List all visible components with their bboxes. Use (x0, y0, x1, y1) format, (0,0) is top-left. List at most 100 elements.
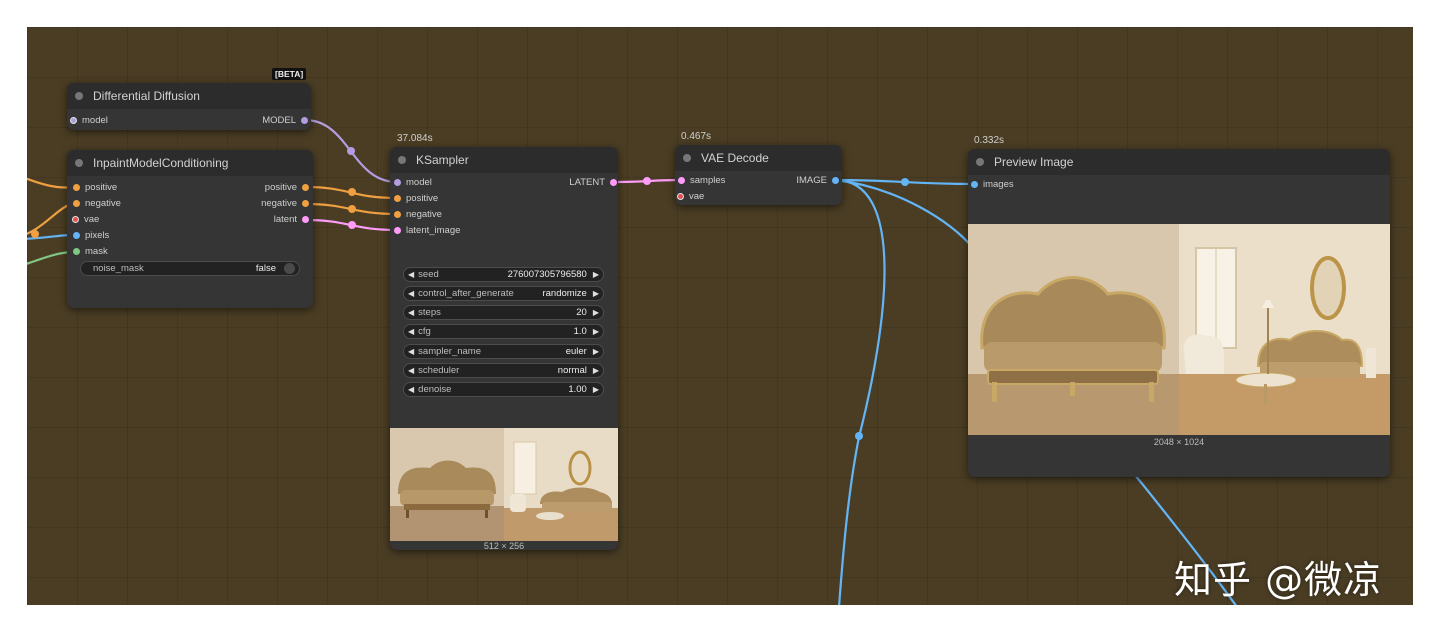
slot-dot-icon[interactable] (394, 226, 401, 234)
widget-label: denoise (418, 384, 452, 395)
slot-dot-icon[interactable] (302, 215, 309, 223)
slot-label: negative (261, 197, 297, 209)
slot-dot-icon[interactable] (302, 183, 309, 191)
slot-dot-icon[interactable] (394, 194, 401, 202)
collapse-dot-icon[interactable] (683, 154, 691, 162)
input-slot-latent-image[interactable]: latent_image (394, 223, 460, 237)
collapse-dot-icon[interactable] (75, 159, 83, 167)
decrement-arrow-icon[interactable]: ◀ (404, 289, 418, 298)
widget-sampler-name[interactable]: ◀ sampler_name euler ▶ (403, 344, 604, 359)
input-slot-positive[interactable]: positive (394, 191, 438, 205)
decrement-arrow-icon[interactable]: ◀ (404, 270, 418, 279)
reroute-dot[interactable] (348, 205, 356, 213)
increment-arrow-icon[interactable]: ▶ (589, 347, 603, 356)
reroute-dot[interactable] (855, 432, 863, 440)
slot-dot-icon[interactable] (971, 180, 978, 188)
node-ksampler[interactable]: KSampler model positive negative latent_… (390, 147, 618, 551)
input-slot-negative[interactable]: negative (394, 207, 442, 221)
input-slot-negative[interactable]: negative (73, 196, 121, 210)
input-slot-vae[interactable]: vae (677, 189, 704, 203)
output-slot-image[interactable]: IMAGE (796, 173, 839, 187)
collapse-dot-icon[interactable] (75, 92, 83, 100)
widget-cfg[interactable]: ◀ cfg 1.0 ▶ (403, 324, 604, 339)
slot-dot-icon[interactable] (302, 199, 309, 207)
link-image-down-2[interactable] (834, 178, 973, 248)
increment-arrow-icon[interactable]: ▶ (589, 385, 603, 394)
slot-dot-icon[interactable] (832, 176, 839, 184)
collapse-dot-icon[interactable] (398, 156, 406, 164)
widget-label: scheduler (418, 365, 460, 376)
execution-time: 0.467s (681, 131, 712, 142)
slot-dot-icon[interactable] (301, 116, 308, 124)
node-title-bar[interactable]: VAE Decode (675, 145, 842, 171)
slot-dot-icon[interactable] (73, 231, 80, 239)
node-vae-decode[interactable]: VAE Decode samples vae IMAGE (675, 145, 842, 205)
slot-dot-icon[interactable] (394, 210, 401, 218)
output-slot-latent[interactable]: LATENT (569, 175, 617, 189)
collapse-dot-icon[interactable] (976, 158, 984, 166)
decrement-arrow-icon[interactable]: ◀ (404, 347, 418, 356)
reroute-dot[interactable] (348, 221, 356, 229)
slot-dot-icon[interactable] (394, 178, 401, 186)
widget-value: randomize (542, 288, 587, 299)
decrement-arrow-icon[interactable]: ◀ (404, 385, 418, 394)
decrement-arrow-icon[interactable]: ◀ (404, 366, 418, 375)
input-slot-model[interactable]: model (394, 175, 432, 189)
execution-time: 37.084s (397, 133, 433, 144)
increment-arrow-icon[interactable]: ▶ (589, 308, 603, 317)
increment-arrow-icon[interactable]: ▶ (589, 289, 603, 298)
output-slot-model[interactable]: MODEL (262, 113, 308, 127)
input-slot-pixels[interactable]: pixels (73, 228, 109, 242)
node-title-bar[interactable]: Preview Image (968, 149, 1390, 175)
input-slot-mask[interactable]: mask (73, 244, 108, 258)
input-slot-vae[interactable]: vae (72, 212, 99, 226)
widget-value: 20 (576, 307, 587, 318)
input-slot-model[interactable]: model (70, 113, 108, 127)
increment-arrow-icon[interactable]: ▶ (589, 327, 603, 336)
slot-dot-icon[interactable] (677, 192, 684, 200)
input-slot-samples[interactable]: samples (678, 173, 725, 187)
noise-mask-toggle[interactable]: noise_mask false (80, 261, 300, 276)
widget-denoise[interactable]: ◀ denoise 1.00 ▶ (403, 382, 604, 397)
input-slot-positive[interactable]: positive (73, 180, 117, 194)
output-slot-negative[interactable]: negative (261, 196, 309, 210)
link-image-down-1[interactable] (834, 178, 886, 605)
slot-dot-icon[interactable] (70, 116, 77, 124)
reroute-dot[interactable] (31, 230, 39, 238)
output-preview-image[interactable] (968, 224, 1390, 435)
widget-seed[interactable]: ◀ seed 276007305796580 ▶ (403, 267, 604, 282)
slot-dot-icon[interactable] (678, 176, 685, 184)
widget-value: 1.0 (573, 326, 587, 337)
node-title-bar[interactable]: Differential Diffusion (67, 83, 311, 109)
reroute-dot[interactable] (901, 178, 909, 186)
increment-arrow-icon[interactable]: ▶ (589, 366, 603, 375)
node-differential-diffusion[interactable]: Differential Diffusion model MODEL (67, 83, 311, 130)
watermark: 知乎 @微凉 (1174, 558, 1383, 602)
node-inpaint-model-conditioning[interactable]: InpaintModelConditioning positive negati… (67, 150, 313, 308)
slot-label: positive (264, 181, 297, 193)
output-slot-positive[interactable]: positive (265, 180, 309, 194)
preview-size-label: 2048 × 1024 (1153, 437, 1205, 447)
input-slot-images[interactable]: images (971, 177, 1014, 191)
decrement-arrow-icon[interactable]: ◀ (404, 308, 418, 317)
slot-dot-icon[interactable] (73, 247, 80, 255)
node-title-bar[interactable]: InpaintModelConditioning (67, 150, 313, 176)
increment-arrow-icon[interactable]: ▶ (589, 270, 603, 279)
widget-scheduler[interactable]: ◀ scheduler normal ▶ (403, 363, 604, 378)
reroute-dot[interactable] (347, 147, 355, 155)
decrement-arrow-icon[interactable]: ◀ (404, 327, 418, 336)
node-title-bar[interactable]: KSampler (390, 147, 618, 173)
widget-control-after-generate[interactable]: ◀ control_after_generate randomize ▶ (403, 286, 604, 301)
latent-preview-image[interactable] (390, 428, 618, 541)
reroute-dot[interactable] (348, 188, 356, 196)
slot-dot-icon[interactable] (72, 215, 79, 223)
output-slot-latent[interactable]: latent (274, 212, 309, 226)
slot-dot-icon[interactable] (73, 199, 80, 207)
slot-dot-icon[interactable] (610, 178, 617, 186)
reroute-dot[interactable] (643, 177, 651, 185)
widget-steps[interactable]: ◀ steps 20 ▶ (403, 305, 604, 320)
toggle-knob-icon[interactable] (284, 263, 295, 274)
node-preview-image[interactable]: Preview Image images 2048 × 1024 (968, 149, 1390, 477)
graph-canvas[interactable]: [BETA] Differential Diffusion model MODE… (27, 27, 1413, 605)
slot-dot-icon[interactable] (73, 183, 80, 191)
